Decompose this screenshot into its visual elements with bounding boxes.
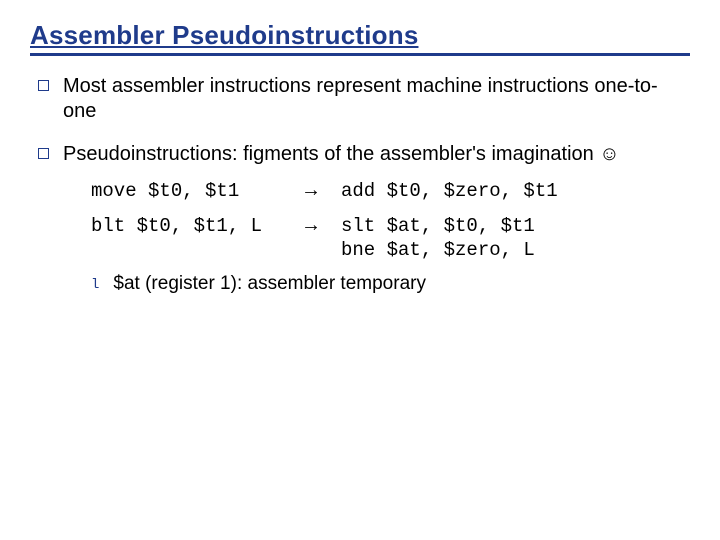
slide-title: Assembler Pseudoinstructions xyxy=(30,20,690,56)
sub-bullet-icon: l xyxy=(91,277,99,293)
code-row: move $t0, $t1 → add $t0, $zero, $t1 xyxy=(91,179,690,204)
square-bullet-icon xyxy=(38,148,49,159)
bullet-item: Pseudoinstructions: figments of the asse… xyxy=(38,142,690,295)
bullet-item: Most assembler instructions represent ma… xyxy=(38,74,690,124)
square-bullet-icon xyxy=(38,80,49,91)
expanded-instruction: slt $at, $t0, $t1 bne $at, $zero, L xyxy=(341,214,690,263)
slide: Assembler Pseudoinstructions Most assemb… xyxy=(0,0,720,540)
sub-bullet-item: l $at (register 1): assembler temporary xyxy=(91,273,690,295)
sub-bullet-text: $at (register 1): assembler temporary xyxy=(113,273,426,295)
pseudo-instruction: blt $t0, $t1, L xyxy=(91,214,301,239)
expanded-instruction: add $t0, $zero, $t1 xyxy=(341,179,690,204)
arrow-icon: → xyxy=(301,214,341,237)
arrow-icon: → xyxy=(301,179,341,202)
pseudo-instruction: move $t0, $t1 xyxy=(91,179,301,204)
bullet-list: Most assembler instructions represent ma… xyxy=(30,74,690,295)
bullet-text: Most assembler instructions represent ma… xyxy=(63,74,690,124)
bullet-text: Pseudoinstructions: figments of the asse… xyxy=(63,143,620,165)
code-examples: move $t0, $t1 → add $t0, $zero, $t1 blt … xyxy=(91,179,690,263)
code-row: blt $t0, $t1, L → slt $at, $t0, $t1 bne … xyxy=(91,214,690,263)
